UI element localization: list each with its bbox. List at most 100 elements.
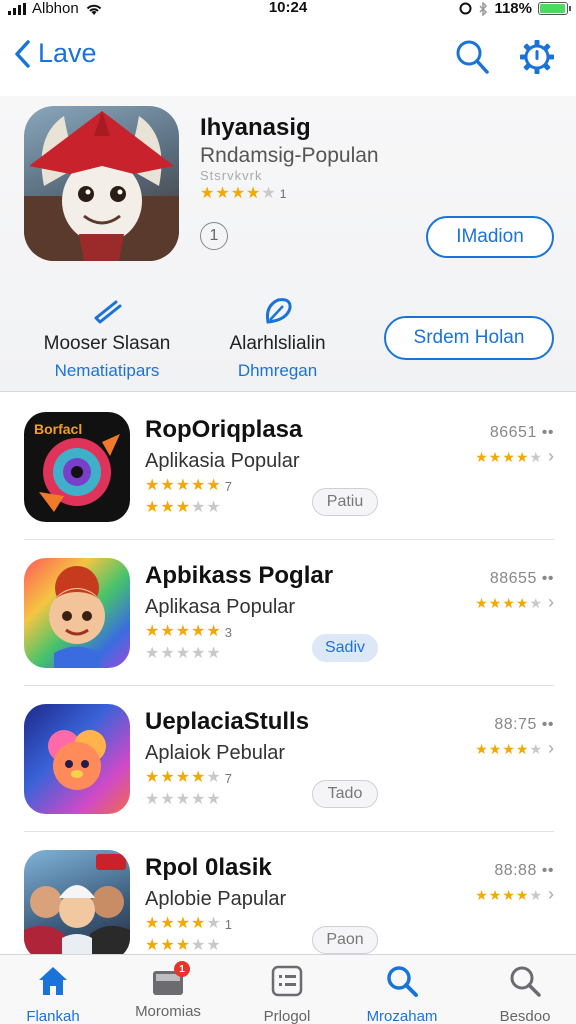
star-icon: ★ [191, 769, 206, 786]
star-icon: ★ [502, 448, 515, 465]
chevron-right-icon: › [548, 884, 554, 904]
app-meta: 86651 •• ★ ★ ★ ★ ★ › [475, 424, 554, 467]
rating-stars: ★ ★ ★ ★ ★ [145, 646, 221, 662]
rating-stars: ★ ★ ★ ★ ★ [145, 938, 221, 954]
star-icon: ★ [160, 499, 175, 516]
tab-bar: Flankah 1 Moromias Prlogol Mrozaham Besd… [0, 954, 576, 1024]
star-icon: ★ [529, 740, 542, 757]
bluetooth-icon [479, 1, 488, 16]
list-item[interactable]: Apbikass Poglar Aplikasa Popular ★ ★ ★ ★ ★ 3… [0, 540, 576, 686]
list-item[interactable]: Borfacl RopOriqplasa Aplikasia Popular ★… [0, 394, 576, 540]
star-icon: ★ [206, 915, 221, 932]
info-icon[interactable]: 1 [200, 222, 228, 250]
star-icon: ★ [191, 915, 206, 932]
star-icon: ★ [175, 791, 191, 808]
list-item[interactable]: UeplaciaStulls Aplaiok Pebular ★ ★ ★ ★ ★ 7 ★… [0, 686, 576, 832]
app-rating: ★ ★ ★ ★ ★ 7 [145, 770, 232, 786]
star-icon: ★ [529, 594, 542, 611]
app-rating-secondary: ★ ★ ★ ★ ★ [145, 937, 221, 955]
star-icon: ★ [160, 645, 175, 662]
star-icon: ★ [475, 886, 488, 903]
star-icon: ★ [200, 185, 215, 202]
search-icon [510, 966, 541, 997]
battery-icon [538, 2, 571, 15]
get-button[interactable]: Patiu [312, 488, 378, 516]
rating-stars: ★ ★ ★ ★ ★ [145, 624, 221, 640]
star-icon: ★ [515, 886, 529, 903]
app-rating-secondary: ★ ★ ★ ★ ★ [145, 791, 221, 809]
star-icon: ★ [488, 740, 502, 757]
feature-leaf-icon [265, 298, 292, 324]
get-button[interactable]: Sadiv [312, 634, 378, 662]
star-icon: ★ [145, 915, 160, 932]
rating-stars: ★ ★ ★ ★ ★ [475, 888, 542, 902]
feature-a-label: Mooser Slasan [43, 333, 171, 354]
feature-item-a[interactable]: Mooser Slasan Nematiatipars [32, 296, 182, 381]
featured-rating-text: Stsrvkvrk [200, 168, 263, 183]
status-right: 118% [459, 0, 571, 17]
feature-b-sub: Dhmregan [237, 361, 318, 380]
featured-action-button[interactable]: IMadion [426, 216, 554, 258]
mascot-illustration [24, 111, 179, 261]
feature-item-b[interactable]: Alarhlslialin Dhmregan [205, 296, 350, 381]
app-icon: Borfacl [24, 412, 130, 522]
app-size: 88:75 •• [494, 716, 554, 733]
get-button[interactable]: Tado [312, 780, 378, 808]
rating-count: 7 [224, 770, 232, 786]
tab-label: Flankah [26, 1008, 80, 1024]
star-icon: ★ [206, 623, 221, 640]
star-icon: ★ [206, 791, 221, 808]
star-icon: ★ [191, 499, 206, 516]
app-rating: ★ ★ ★ ★ ★ 1 [145, 916, 232, 932]
get-button[interactable]: Paon [312, 926, 378, 954]
app-icon [24, 558, 130, 668]
star-icon: ★ [529, 448, 542, 465]
featured-app-card: Ihyanasig Rndamsig-Populan Stsrvkvrk ★ ★ ★… [0, 96, 576, 392]
star-icon: ★ [246, 185, 261, 202]
tab-search[interactable]: Mrozaham [347, 963, 457, 1024]
featured-rating: ★ ★ ★ ★ ★ 1 [200, 186, 286, 202]
star-icon: ★ [191, 791, 206, 808]
star-icon: ★ [175, 477, 191, 494]
star-icon: ★ [175, 915, 191, 932]
star-icon: ★ [145, 769, 160, 786]
tab-label: Mrozaham [366, 1008, 438, 1024]
chevron-right-icon: › [548, 738, 554, 758]
tab-label: Prlogol [263, 1008, 311, 1024]
rating-stars: ★ ★ ★ ★ ★ [145, 478, 221, 494]
star-icon: ★ [515, 448, 529, 465]
tab-search-secondary[interactable]: Besdoo [470, 963, 576, 1024]
back-label: Lave [38, 38, 97, 68]
star-icon: ★ [206, 477, 221, 494]
star-icon: ★ [191, 623, 206, 640]
chevron-right-icon: › [548, 592, 554, 612]
rating-count: 3 [224, 624, 232, 640]
star-icon: ★ [145, 623, 160, 640]
back-button[interactable]: Lave [12, 38, 97, 69]
app-rating: ★ ★ ★ ★ ★ 7 [145, 478, 232, 494]
app-artwork [24, 854, 130, 960]
star-icon: ★ [488, 886, 502, 903]
tab-inbox[interactable]: 1 Moromias [113, 961, 223, 1020]
star-icon: ★ [502, 594, 515, 611]
app-meta: 88655 •• ★ ★ ★ ★ ★ › [475, 570, 554, 613]
featured-app-icon[interactable] [24, 106, 179, 261]
nav-bar: Lave [0, 30, 576, 86]
star-icon: ★ [175, 499, 191, 516]
secondary-action-button[interactable]: Srdem Holan [384, 316, 554, 360]
app-artwork: Borfacl [34, 421, 120, 512]
star-icon: ★ [475, 594, 488, 611]
search-icon[interactable] [454, 38, 490, 76]
star-icon: ★ [206, 937, 221, 954]
tab-home[interactable]: Flankah [0, 963, 108, 1024]
star-icon: ★ [206, 769, 221, 786]
list-icon [271, 965, 303, 997]
rating-count: 1 [279, 187, 287, 201]
star-icon: ★ [175, 937, 191, 954]
tab-list[interactable]: Prlogol [232, 963, 342, 1024]
alarm-icon [459, 2, 472, 15]
app-artwork [49, 566, 105, 668]
rating-stars: ★ ★ ★ ★ ★ [475, 596, 542, 610]
home-icon [39, 967, 67, 995]
gear-icon[interactable] [518, 38, 556, 76]
